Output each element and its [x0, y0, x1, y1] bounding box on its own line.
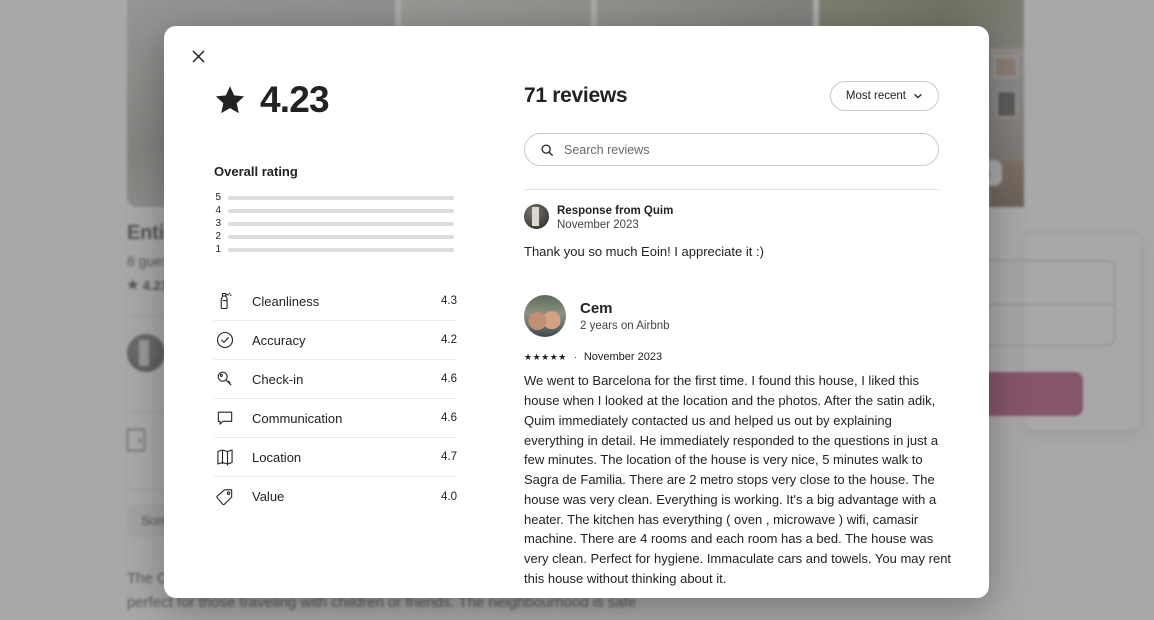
reviews-list[interactable]: Response from Quim November 2023 Thank y… — [524, 189, 951, 598]
review-item: Cem 2 years on Airbnb ★★★★★ · November 2… — [524, 295, 951, 598]
star-icon — [215, 85, 245, 113]
spray-bottle-icon — [214, 290, 236, 312]
search-reviews-box[interactable] — [524, 133, 939, 166]
key-icon — [214, 368, 236, 390]
reviews-panel: 71 reviews Most recent Search reviews Re… — [504, 26, 989, 598]
avatar[interactable] — [524, 295, 566, 338]
review-meta: ★★★★★ · November 2023 — [524, 351, 939, 363]
sort-dropdown[interactable]: Most recent — [829, 81, 939, 111]
overall-score: 4.23 — [214, 81, 504, 118]
overall-rating-label: Overall rating — [214, 164, 298, 179]
category-label: Check-in — [252, 371, 304, 387]
search-icon — [541, 143, 553, 156]
histogram-track — [228, 234, 454, 239]
map-icon — [214, 446, 236, 468]
host-response-date: November 2023 — [557, 219, 639, 232]
page-root: www.airbnb.com/rooms/... ▦ Entire rental… — [0, 0, 1154, 620]
star-rating: ★★★★★ — [524, 351, 567, 362]
reviews-header: 71 reviews Most recent — [524, 81, 939, 111]
category-row-accuracy: Accuracy 4.2 — [214, 321, 457, 360]
ratings-panel: 4.23 Overall rating 5 4 3 2 1 Cleanlines… — [164, 26, 504, 598]
review-text: We went to Barcelona for the first time.… — [524, 373, 952, 586]
histogram-row: 2 — [214, 230, 454, 243]
category-label: Value — [252, 489, 285, 504]
speech-bubble-icon — [214, 407, 236, 429]
sort-dropdown-label: Most recent — [845, 90, 906, 102]
search-input[interactable] — [564, 142, 923, 157]
host-response-block: Response from Quim November 2023 Thank y… — [524, 204, 939, 261]
category-row-cleanliness: Cleanliness 4.3 — [214, 282, 457, 321]
histogram-star-label: 1 — [215, 243, 221, 255]
tag-icon — [214, 486, 236, 508]
category-ratings-list: Cleanliness 4.3 Accuracy 4.2 Check-in 4.… — [214, 282, 457, 516]
category-value: 4.7 — [441, 451, 457, 463]
reviews-count: 71 reviews — [524, 84, 628, 107]
category-value: 4.6 — [441, 412, 457, 424]
category-value: 4.0 — [441, 490, 457, 503]
histogram-row: 5 — [214, 191, 454, 204]
check-circle-icon — [214, 329, 236, 351]
category-value: 4.6 — [441, 373, 457, 385]
reviewer-tenure: 2 years on Airbnb — [580, 320, 670, 333]
category-label: Location — [252, 449, 302, 465]
category-label: Cleanliness — [252, 293, 320, 309]
separator: · — [573, 352, 577, 363]
histogram-row: 4 — [214, 204, 454, 217]
histogram-track — [228, 247, 454, 252]
review-header: Cem 2 years on Airbnb — [524, 295, 939, 338]
reviews-modal: 4.23 Overall rating 5 4 3 2 1 Cleanlines… — [164, 26, 989, 598]
histogram-row: 3 — [214, 217, 454, 230]
histogram-track — [228, 221, 454, 226]
category-row-value: Value 4.0 — [214, 477, 457, 516]
category-row-location: Location 4.7 — [214, 438, 457, 477]
host-response-name: Response from Quim — [557, 205, 674, 217]
host-response-text: Thank you so much Eoin! I appreciate it … — [524, 243, 764, 259]
overall-rating-value: 4.23 — [260, 79, 330, 120]
category-label: Communication — [252, 410, 343, 426]
category-row-checkin: Check-in 4.6 — [214, 360, 457, 399]
reviewer-name: Cem — [580, 300, 613, 318]
histogram-star-label: 2 — [215, 230, 221, 242]
review-date: November 2023 — [583, 351, 663, 364]
rating-histogram: 5 4 3 2 1 — [214, 191, 454, 256]
histogram-track — [228, 195, 454, 200]
histogram-row: 1 — [214, 243, 454, 256]
category-label: Accuracy — [252, 332, 306, 348]
histogram-track — [228, 208, 454, 213]
host-avatar — [524, 204, 549, 229]
chevron-down-icon — [914, 94, 922, 99]
category-value: 4.3 — [441, 295, 457, 307]
histogram-star-label: 5 — [215, 191, 221, 203]
histogram-star-label: 3 — [215, 217, 221, 229]
divider — [524, 189, 939, 190]
histogram-star-label: 4 — [215, 204, 221, 216]
category-row-communication: Communication 4.6 — [214, 399, 457, 438]
category-value: 4.2 — [441, 334, 457, 346]
